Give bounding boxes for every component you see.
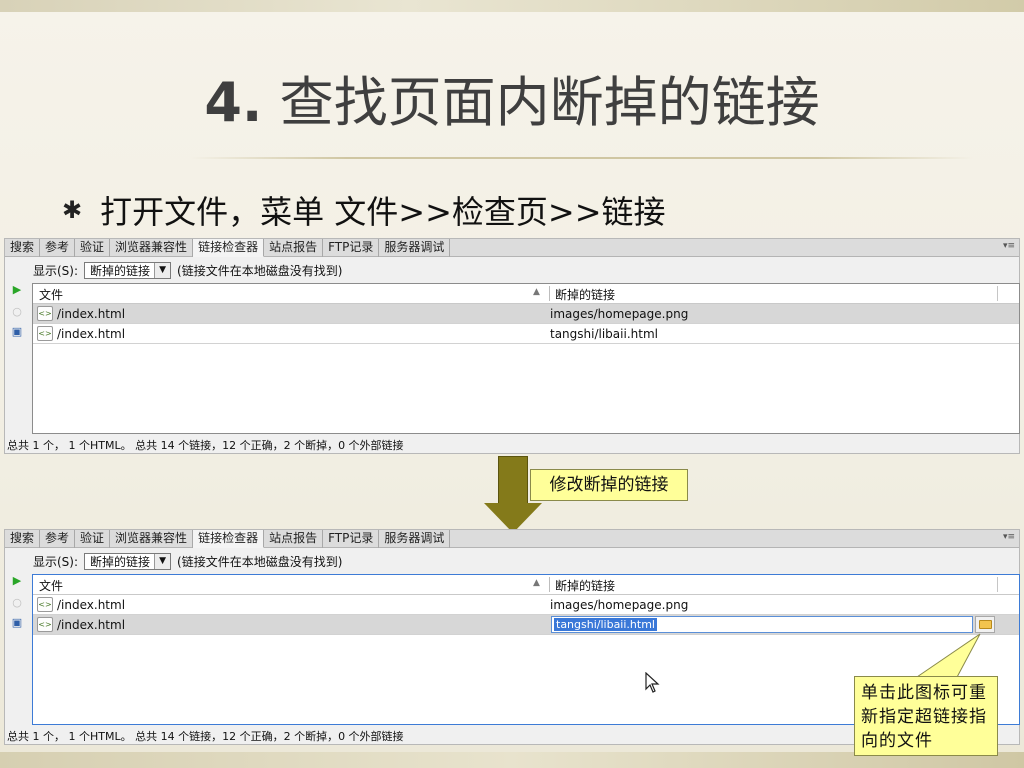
play-icon[interactable]: ▶ [9,574,25,588]
status-bar: 总共 1 个， 1 个HTML。 总共 14 个链接，12 个正确，2 个断掉，… [7,730,404,743]
col-separator [549,286,550,301]
tab-site-reports[interactable]: 站点报告 [264,239,324,257]
col-header-broken-links[interactable]: 断掉的链接 [555,577,615,594]
bullet-star-icon: ✱ [62,196,83,224]
panel-tabbar: 搜索 参考 验证 浏览器兼容性 链接检查器 站点报告 FTP记录 服务器调试 ▾… [5,239,1019,257]
chevron-down-icon: ▼ [154,553,171,569]
show-label: 显示(S): [33,263,79,278]
tab-server-debug[interactable]: 服务器调试 [379,530,451,548]
panel-options-icon[interactable]: ▾≡ [1003,532,1015,542]
html-file-icon: <> [37,617,53,632]
show-select-value: 断掉的链接 [90,263,151,278]
status-bar: 总共 1 个， 1 个HTML。 总共 14 个链接，12 个正确，2 个断掉，… [7,439,404,452]
callout-tail [912,633,981,680]
html-file-icon: <> [37,597,53,612]
row-file: /index.html [57,307,126,321]
callout-folder-tip: 单击此图标可重新指定超链接指向的文件 [854,676,998,756]
col-separator [997,577,998,592]
link-edit-input[interactable]: tangshi/libaii.html [551,616,973,633]
tab-server-debug[interactable]: 服务器调试 [379,239,451,257]
link-edit-value: tangshi/libaii.html [554,618,657,631]
tab-ftp-log[interactable]: FTP记录 [323,239,380,257]
table-row[interactable]: <> /index.html images/homepage.png [33,595,1019,615]
title-number: 4. [204,71,263,134]
show-select-value: 断掉的链接 [90,554,151,569]
tab-search[interactable]: 搜索 [5,530,41,548]
row-file: /index.html [57,598,126,612]
sort-up-icon: ▲ [533,578,540,588]
play-icon[interactable]: ▶ [9,283,25,297]
save-icon[interactable]: ▣ [9,616,25,630]
title-text: 查找页面内断掉的链接 [262,71,820,134]
show-row: 显示(S): 断掉的链接 ▼ (链接文件在本地磁盘没有找到) [33,552,342,570]
row-broken-link[interactable]: tangshi/libaii.html [550,327,658,341]
html-file-icon: <> [37,326,53,341]
slide-title: 4. 查找页面内断掉的链接 [0,58,1024,137]
tab-link-checker[interactable]: 链接检查器 [193,239,265,257]
col-header-file[interactable]: 文件 [39,286,63,303]
stop-icon[interactable]: ○ [9,596,25,610]
bullet-line: ✱ 打开文件，菜单 文件>>检查页>>链接 [62,188,666,232]
title-divider [190,157,974,159]
show-select[interactable]: 断掉的链接 ▼ [84,552,172,570]
grid-header: 文件 ▲ 断掉的链接 [33,284,1019,304]
table-row[interactable]: <> /index.html images/homepage.png [33,304,1019,324]
top-band [0,0,1024,12]
chevron-down-icon: ▼ [154,262,171,278]
callout-fix-links: 修改断掉的链接 [530,469,688,501]
sort-up-icon: ▲ [533,287,540,297]
tab-search[interactable]: 搜索 [5,239,41,257]
mouse-cursor-icon [645,672,660,693]
tab-link-checker[interactable]: 链接检查器 [193,530,265,548]
col-separator [549,577,550,592]
show-hint: (链接文件在本地磁盘没有找到) [177,263,343,278]
down-arrow-shaft [498,456,528,504]
show-select[interactable]: 断掉的链接 ▼ [84,261,172,279]
html-file-icon: <> [37,306,53,321]
grid-header: 文件 ▲ 断掉的链接 [33,575,1019,595]
save-icon[interactable]: ▣ [9,325,25,339]
tab-reference[interactable]: 参考 [40,239,76,257]
tab-validation[interactable]: 验证 [75,239,111,257]
row-file: /index.html [57,618,126,632]
row-file: /index.html [57,327,126,341]
results-grid: 文件 ▲ 断掉的链接 <> /index.html images/homepag… [32,283,1020,434]
panel-tabbar: 搜索 参考 验证 浏览器兼容性 链接检查器 站点报告 FTP记录 服务器调试 ▾… [5,530,1019,548]
show-hint: (链接文件在本地磁盘没有找到) [177,554,343,569]
link-checker-panel-before: 搜索 参考 验证 浏览器兼容性 链接检查器 站点报告 FTP记录 服务器调试 ▾… [4,238,1020,454]
tab-site-reports[interactable]: 站点报告 [264,530,324,548]
tab-browser-compat[interactable]: 浏览器兼容性 [110,239,194,257]
row-broken-link[interactable]: images/homepage.png [550,307,688,321]
col-header-file[interactable]: 文件 [39,577,63,594]
tab-reference[interactable]: 参考 [40,530,76,548]
table-row[interactable]: <> /index.html tangshi/libaii.html [33,324,1019,344]
bullet-text: 打开文件，菜单 文件>>检查页>>链接 [100,193,666,231]
show-label: 显示(S): [33,554,79,569]
browse-folder-button[interactable] [975,616,995,633]
table-row[interactable]: <> /index.html tangshi/libaii.html [33,615,1019,635]
col-separator [997,286,998,301]
tab-ftp-log[interactable]: FTP记录 [323,530,380,548]
col-header-broken-links[interactable]: 断掉的链接 [555,286,615,303]
tab-validation[interactable]: 验证 [75,530,111,548]
panel-options-icon[interactable]: ▾≡ [1003,241,1015,251]
folder-icon [978,620,992,629]
tab-browser-compat[interactable]: 浏览器兼容性 [110,530,194,548]
show-row: 显示(S): 断掉的链接 ▼ (链接文件在本地磁盘没有找到) [33,261,342,279]
stop-icon[interactable]: ○ [9,305,25,319]
row-broken-link[interactable]: images/homepage.png [550,598,688,612]
